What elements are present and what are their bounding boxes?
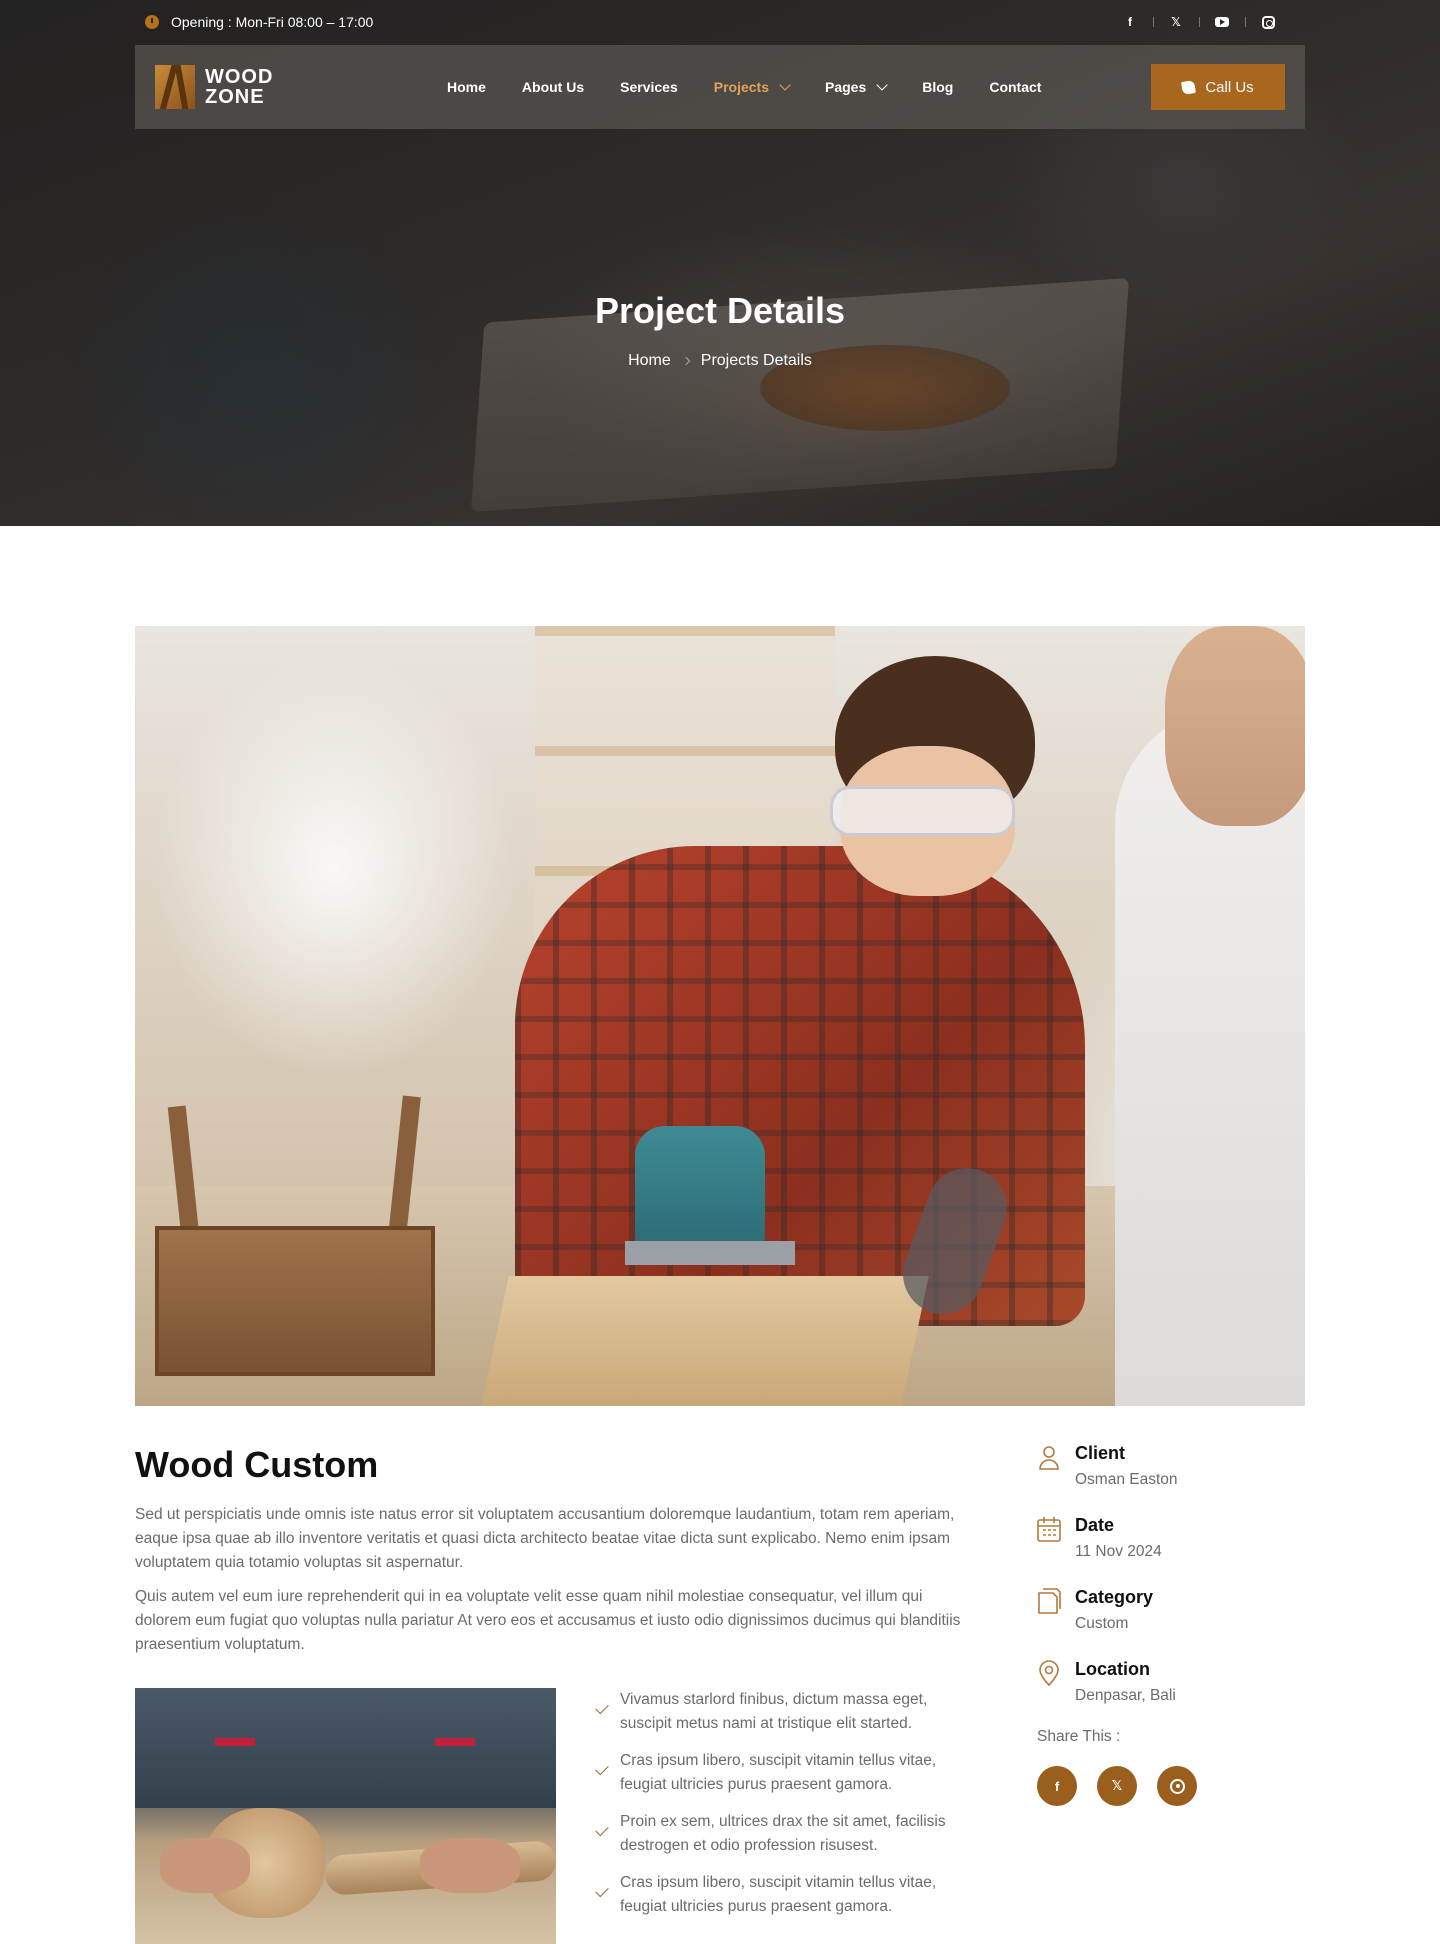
x-link[interactable]: 𝕏 <box>1153 12 1199 32</box>
image-safety-goggles <box>830 786 1015 836</box>
list-item-text: Cras ipsum libero, suscipit vitamin tell… <box>620 1874 937 1915</box>
image-jigsaw <box>635 1126 765 1256</box>
social-links: f 𝕏 <box>1107 12 1305 32</box>
info-label: Date <box>1075 1515 1115 1535</box>
image-wood-board <box>481 1276 929 1406</box>
site-logo[interactable]: WOOD ZONE <box>155 65 375 109</box>
share-whatsapp-button[interactable] <box>1157 1766 1197 1806</box>
image-jigsaw-base <box>625 1241 795 1265</box>
logo-line-2: ZONE <box>205 86 265 108</box>
facebook-icon: f <box>1128 15 1132 29</box>
info-value: Custom <box>1075 1615 1129 1632</box>
phone-icon <box>1181 79 1197 95</box>
nav-item-contact[interactable]: Contact <box>971 79 1059 95</box>
image-hand <box>420 1838 520 1893</box>
info-label: Category <box>1075 1587 1154 1607</box>
chevron-right-icon <box>681 356 691 366</box>
info-value: Denpasar, Bali <box>1075 1687 1176 1704</box>
list-item: Proin ex sem, ultrices drax the sit amet… <box>595 1810 976 1858</box>
logo-line-1: WOOD <box>205 66 274 88</box>
instagram-icon <box>1261 15 1275 29</box>
image-toolbox <box>155 1226 435 1376</box>
clock-icon <box>145 15 159 29</box>
info-date: Date 11 Nov 2024 <box>1037 1512 1305 1564</box>
project-paragraph-2: Quis autem vel eum iure reprehenderit qu… <box>135 1588 961 1653</box>
nav-item-services[interactable]: Services <box>602 79 696 95</box>
project-info-sidebar: Client Osman Easton Date 11 Nov 2024 Cat… <box>1037 1440 1305 1806</box>
x-icon: 𝕏 <box>1171 15 1181 29</box>
whatsapp-icon <box>1169 1778 1185 1794</box>
opening-hours: Opening : Mon-Fri 08:00 – 17:00 <box>135 14 373 30</box>
document-icon <box>1038 1588 1061 1614</box>
image-jacket <box>135 1688 556 1808</box>
breadcrumb-home[interactable]: Home <box>628 352 671 370</box>
breadcrumb: Home Projects Details <box>0 352 1440 370</box>
nav-menu: Home About Us Services Projects Pages Bl… <box>429 78 1059 95</box>
project-checklist: Vivamus starlord finibus, dictum massa e… <box>595 1688 976 1932</box>
top-bar: Opening : Mon-Fri 08:00 – 17:00 f 𝕏 <box>135 0 1305 44</box>
page-title: Project Details <box>594 290 846 331</box>
nav-item-projects[interactable]: Projects <box>696 78 807 95</box>
youtube-link[interactable] <box>1199 12 1245 32</box>
image-jacket-stripe <box>215 1738 255 1746</box>
image-second-person-face <box>1165 626 1305 826</box>
info-client: Client Osman Easton <box>1037 1440 1305 1492</box>
check-icon <box>595 1761 609 1776</box>
logo-mark-icon <box>155 65 195 109</box>
chevron-down-icon <box>779 78 791 91</box>
instagram-link[interactable] <box>1245 12 1291 32</box>
project-main-image <box>135 626 1305 1406</box>
nav-item-pages[interactable]: Pages <box>807 78 904 95</box>
nav-item-about[interactable]: About Us <box>504 79 602 95</box>
info-category: Category Custom <box>1037 1584 1305 1636</box>
chevron-down-icon <box>876 78 888 91</box>
image-jacket-stripe <box>435 1738 475 1746</box>
project-secondary-image <box>135 1688 556 1944</box>
calendar-icon <box>1037 1517 1061 1542</box>
call-us-button[interactable]: Call Us <box>1151 64 1285 110</box>
share-buttons: f 𝕏 <box>1037 1766 1305 1806</box>
logo-text: WOOD ZONE <box>205 67 273 107</box>
share-facebook-button[interactable]: f <box>1037 1766 1077 1806</box>
check-icon <box>595 1883 609 1898</box>
list-item-text: Cras ipsum libero, suscipit vitamin tell… <box>620 1752 937 1793</box>
list-item-text: Vivamus starlord finibus, dictum massa e… <box>620 1691 928 1732</box>
list-item: Cras ipsum libero, suscipit vitamin tell… <box>595 1871 976 1919</box>
breadcrumb-current: Projects Details <box>700 352 812 369</box>
facebook-icon: f <box>1054 1778 1060 1794</box>
opening-hours-text: Opening : Mon-Fri 08:00 – 17:00 <box>171 14 374 30</box>
location-pin-icon <box>1039 1660 1059 1686</box>
hero-banner: Opening : Mon-Fri 08:00 – 17:00 f 𝕏 WOOD… <box>0 0 1440 526</box>
check-icon <box>595 1700 609 1715</box>
info-value: Osman Easton <box>1075 1471 1178 1488</box>
info-label: Location <box>1075 1659 1150 1679</box>
check-icon <box>595 1822 609 1837</box>
user-icon <box>1039 1446 1059 1470</box>
share-x-button[interactable]: 𝕏 <box>1097 1766 1137 1806</box>
info-location: Location Denpasar, Bali <box>1037 1656 1305 1708</box>
list-item: Cras ipsum libero, suscipit vitamin tell… <box>595 1749 976 1797</box>
image-hand <box>160 1838 250 1893</box>
nav-item-home[interactable]: Home <box>429 79 504 95</box>
main-navbar: WOOD ZONE Home About Us Services Project… <box>135 45 1305 129</box>
list-item-text: Proin ex sem, ultrices drax the sit amet… <box>620 1813 946 1854</box>
x-icon: 𝕏 <box>1111 1778 1123 1793</box>
image-plaid-shirt <box>515 846 1085 1326</box>
project-title: Wood Custom <box>135 1444 379 1485</box>
share-label: Share This : <box>1037 1728 1121 1745</box>
info-label: Client <box>1075 1443 1126 1463</box>
facebook-link[interactable]: f <box>1107 12 1153 32</box>
nav-item-projects-label: Projects <box>713 79 769 95</box>
call-us-label: Call Us <box>1205 78 1254 96</box>
nav-item-blog[interactable]: Blog <box>904 79 971 95</box>
list-item: Vivamus starlord finibus, dictum massa e… <box>595 1688 976 1736</box>
nav-item-pages-label: Pages <box>824 79 867 95</box>
youtube-icon <box>1215 17 1229 27</box>
project-paragraph-1: Sed ut perspiciatis unde omnis iste natu… <box>135 1506 955 1571</box>
info-value: 11 Nov 2024 <box>1075 1543 1162 1560</box>
